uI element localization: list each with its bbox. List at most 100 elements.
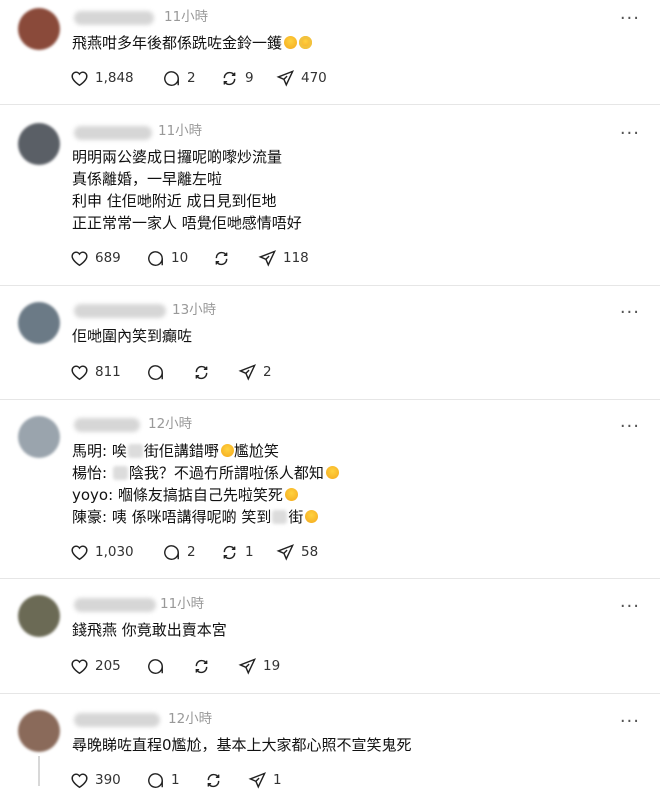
post-actions: 689 10 118	[70, 248, 370, 268]
redacted-text	[127, 444, 143, 458]
reply-button[interactable]	[146, 656, 171, 676]
repost-icon	[195, 659, 208, 673]
repost-button[interactable]: 9	[220, 68, 254, 88]
username-redacted[interactable]	[74, 598, 156, 612]
username-redacted[interactable]	[74, 304, 166, 318]
repost-icon	[223, 545, 236, 559]
like-button[interactable]: 390	[70, 770, 121, 790]
repost-button[interactable]	[212, 248, 237, 268]
repost-button[interactable]	[192, 362, 217, 382]
repost-count: 1	[245, 544, 254, 560]
like-button[interactable]: 205	[70, 656, 121, 676]
relieved-emoji-icon	[284, 488, 298, 501]
share-button[interactable]: 1	[248, 770, 282, 790]
reply-button[interactable]: 10	[146, 248, 188, 268]
post-text: 真係離婚，一早離左啦	[72, 170, 223, 188]
post-text-segment: 楊怡:	[72, 464, 112, 482]
laughing-emoji-icon	[305, 510, 319, 523]
post-text: 馬明: 唉街佢講錯嘢 尷尬笑	[72, 442, 279, 460]
like-button[interactable]: 1,848	[70, 68, 134, 88]
repost-button[interactable]	[204, 770, 229, 790]
heart-icon	[71, 658, 88, 674]
more-icon[interactable]: ···	[620, 598, 640, 616]
avatar[interactable]	[18, 710, 60, 752]
share-count: 58	[301, 544, 319, 560]
username-redacted[interactable]	[74, 713, 160, 727]
repost-count: 9	[245, 70, 254, 86]
avatar[interactable]	[18, 595, 60, 637]
avatar[interactable]	[18, 123, 60, 165]
post-text: 尋晚睇咗直程0尷尬，基本上大家都心照不宣笑鬼死	[72, 736, 412, 754]
share-icon	[238, 657, 257, 675]
more-icon[interactable]: ···	[620, 418, 640, 436]
more-icon[interactable]: ···	[620, 10, 640, 28]
heart-eyes-emoji-icon	[299, 36, 313, 49]
share-count: 118	[283, 250, 309, 266]
post-time: 12小時	[148, 416, 193, 432]
like-button[interactable]: 811	[70, 362, 121, 382]
heart-icon	[71, 70, 88, 86]
heart-icon	[71, 364, 88, 380]
post-text-segment: 尷尬笑	[233, 442, 279, 460]
post-time: 11小時	[160, 596, 205, 612]
post-time: 13小時	[172, 302, 217, 318]
post-text: 錢飛燕 你竟敢出賣本宮	[72, 621, 227, 639]
reply-icon	[148, 658, 163, 674]
avatar[interactable]	[18, 8, 60, 50]
post-text-segment: 陳豪: 咦 係咪唔講得呢啲 笑到	[72, 508, 272, 526]
post-text-segment: 街佢講錯嘢	[143, 442, 219, 460]
more-icon[interactable]: ···	[620, 125, 640, 143]
share-button[interactable]: 118	[258, 248, 309, 268]
more-icon[interactable]: ···	[620, 713, 640, 731]
reply-button[interactable]: 1	[146, 770, 180, 790]
grin-emoji-icon	[325, 466, 339, 479]
repost-icon	[207, 773, 220, 787]
reply-icon	[164, 544, 179, 560]
post-text-segment: 飛燕咁多年後都係跣咗金鈴一鑊	[72, 34, 283, 52]
post-text: 飛燕咁多年後都係跣咗金鈴一鑊	[72, 34, 313, 52]
share-button[interactable]: 58	[276, 542, 318, 562]
avatar[interactable]	[18, 416, 60, 458]
post-actions: 1,848 2 9 470	[70, 68, 370, 88]
post: 11小時 ··· 明明兩公婆成日攞呢啲嚟炒流量 真係離婚，一早離左啦 利申 住佢…	[0, 105, 660, 285]
post-actions: 1,030 2 1 58	[70, 542, 370, 562]
share-count: 19	[263, 658, 281, 674]
like-count: 1,030	[95, 544, 134, 560]
share-button[interactable]: 19	[238, 656, 280, 676]
repost-icon	[195, 365, 208, 379]
post-text-segment: yoyo: 嗰條友搞掂自己先啦笑死	[72, 486, 283, 504]
repost-button[interactable]: 1	[220, 542, 254, 562]
reply-button[interactable]: 2	[162, 68, 196, 88]
post-text: 陳豪: 咦 係咪唔講得呢啲 笑到街	[72, 508, 319, 526]
share-icon	[276, 69, 295, 87]
share-count: 2	[263, 364, 272, 380]
post-text: 明明兩公婆成日攞呢啲嚟炒流量	[72, 148, 283, 166]
reply-button[interactable]	[146, 362, 171, 382]
like-button[interactable]: 1,030	[70, 542, 134, 562]
more-icon[interactable]: ···	[620, 304, 640, 322]
redacted-text	[272, 510, 288, 524]
share-button[interactable]: 2	[238, 362, 272, 382]
repost-icon	[223, 71, 236, 85]
post-time: 12小時	[168, 711, 213, 727]
reply-count: 2	[187, 70, 196, 86]
smile-emoji-icon	[284, 36, 298, 49]
username-redacted[interactable]	[74, 126, 152, 140]
avatar[interactable]	[18, 302, 60, 344]
post-text-segment: 陰我？不過冇所謂啦係人都知	[128, 464, 324, 482]
username-redacted[interactable]	[74, 11, 154, 25]
reply-icon	[164, 70, 179, 86]
like-count: 1,848	[95, 70, 134, 86]
like-button[interactable]: 689	[70, 248, 121, 268]
username-redacted[interactable]	[74, 418, 140, 432]
like-count: 205	[95, 658, 121, 674]
like-count: 689	[95, 250, 121, 266]
reply-button[interactable]: 2	[162, 542, 196, 562]
repost-button[interactable]	[192, 656, 217, 676]
post-text-segment: 街	[288, 508, 304, 526]
repost-icon	[215, 251, 228, 265]
like-count: 811	[95, 364, 121, 380]
post-time: 11小時	[164, 9, 209, 25]
share-button[interactable]: 470	[276, 68, 327, 88]
post-actions: 390 1 1	[70, 770, 370, 790]
